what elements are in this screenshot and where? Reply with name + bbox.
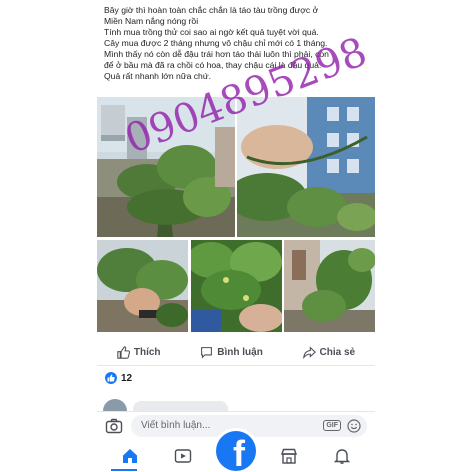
marketplace-icon <box>281 448 298 464</box>
comment-input[interactable]: Viết bình luận... GIF <box>131 414 367 437</box>
post-card: Bây giờ thì hoàn toàn chắc chắn là táo t… <box>97 0 375 472</box>
post-photo-2[interactable] <box>237 97 375 237</box>
post-photo-1[interactable] <box>97 97 235 237</box>
facebook-logo[interactable]: f <box>216 431 256 471</box>
nav-video[interactable] <box>165 443 201 469</box>
reaction-count: 12 <box>121 372 133 384</box>
like-reaction-icon <box>105 372 117 384</box>
post-line: Tính mua trồng thử coi sao ai ngờ kết qu… <box>104 27 319 37</box>
comment-button[interactable]: Bình luận <box>200 346 263 359</box>
post-line: Quả rất nhanh lớn nữa chứ. <box>104 71 211 81</box>
comment-placeholder: Viết bình luận... <box>141 420 211 431</box>
comment-preview <box>103 399 228 423</box>
reaction-summary[interactable]: 12 <box>105 372 132 384</box>
emoji-icon[interactable] <box>347 418 361 433</box>
nav-home[interactable] <box>112 443 148 469</box>
facebook-logo-text: f <box>233 433 245 472</box>
post-line: Bây giờ thì hoàn toàn chắc chắn là táo t… <box>104 5 319 15</box>
comment-label: Bình luận <box>217 347 263 358</box>
post-line: Miền Nam nắng nóng rồi <box>104 16 199 26</box>
post-line: để ở bầu mà đã ra chồi có hoa, thay chậu… <box>104 60 322 70</box>
nav-marketplace[interactable] <box>271 443 307 469</box>
bell-icon <box>334 448 351 464</box>
gif-icon[interactable]: GIF <box>323 420 341 431</box>
home-icon <box>122 448 137 463</box>
post-photo-3[interactable] <box>97 240 188 332</box>
post-text: Bây giờ thì hoàn toàn chắc chắn là táo t… <box>104 5 372 82</box>
video-icon <box>174 448 191 463</box>
camera-icon[interactable] <box>105 417 123 435</box>
like-icon <box>117 346 130 359</box>
like-button[interactable]: Thích <box>117 346 161 359</box>
share-button[interactable]: Chia sẻ <box>302 346 356 359</box>
post-actions: Thích Bình luận Chia sẻ <box>97 340 375 366</box>
post-line: Mình thấy nó còn dễ đậu trái hơn táo thá… <box>104 49 329 59</box>
active-tab-indicator <box>111 469 137 471</box>
post-photo-5[interactable] <box>284 240 375 332</box>
share-label: Chia sẻ <box>319 347 356 358</box>
post-line: Cây mua được 2 tháng nhưng vô chậu chỉ m… <box>104 38 328 48</box>
nav-notifications[interactable] <box>324 443 360 469</box>
post-photo-4[interactable] <box>191 240 282 332</box>
like-label: Thích <box>133 347 161 358</box>
comment-icon <box>201 347 213 359</box>
share-icon <box>302 346 316 359</box>
